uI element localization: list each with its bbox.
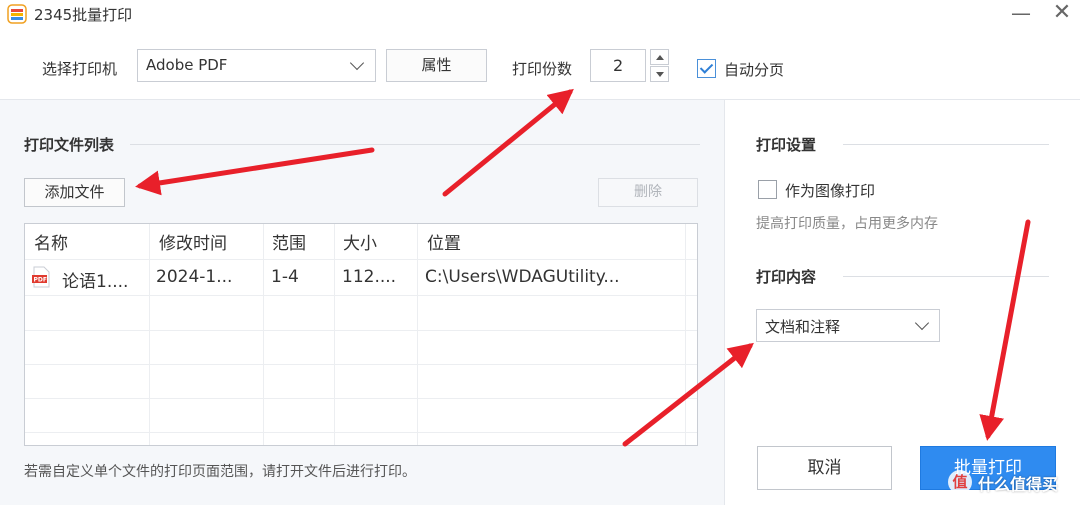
column-header-modified[interactable]: 修改时间 [159,229,227,254]
print-settings-panel: 打印设置 作为图像打印 提高打印质量，占用更多内存 打印内容 文档和注释 取消 … [724,100,1080,505]
cancel-button[interactable]: 取消 [757,446,892,490]
copies-increment-button[interactable] [650,49,669,65]
column-header-name[interactable]: 名称 [34,229,68,254]
image-print-label: 作为图像打印 [785,182,876,200]
copies-decrement-button[interactable] [650,66,669,82]
image-print-checkbox[interactable] [758,180,777,199]
print-content-title: 打印内容 [756,268,817,286]
column-divider [334,224,335,445]
file-list-title: 打印文件列表 [24,136,115,154]
add-file-button[interactable]: 添加文件 [24,178,125,207]
copies-input[interactable]: 2 [590,49,646,82]
chevron-down-icon [914,315,930,331]
column-divider [149,224,150,445]
column-header-range[interactable]: 范围 [272,229,306,254]
auto-paging-label: 自动分页 [724,61,785,79]
printer-label: 选择打印机 [42,60,118,78]
minimize-button[interactable]: — [1003,0,1039,28]
printer-toolbar: 选择打印机 Adobe PDF 属性 打印份数 2 自动分页 [0,28,1080,100]
caret-up-icon [656,55,664,60]
page-range-hint: 若需自定义单个文件的打印页面范围，请打开文件后进行打印。 [24,464,416,480]
column-header-size[interactable]: 大小 [343,229,377,254]
copies-label: 打印份数 [512,60,573,78]
column-divider [417,224,418,445]
file-size-cell[interactable]: 112.... [342,267,396,287]
window-title: 2345批量打印 [34,6,133,24]
pdf-file-icon: PDF [32,266,50,288]
column-header-location[interactable]: 位置 [427,229,461,254]
row-divider [25,295,697,296]
watermark: 值 什么值得买 [948,467,1076,497]
file-name-cell[interactable]: 论语1.... [62,267,128,292]
section-divider [130,144,700,145]
print-content-value: 文档和注释 [765,318,841,336]
row-divider [25,330,697,331]
delete-button[interactable]: 删除 [598,178,698,207]
print-content-select[interactable]: 文档和注释 [756,309,940,342]
section-divider [843,144,1049,145]
close-button[interactable]: ✕ [1044,0,1080,28]
row-divider [25,398,697,399]
row-divider [25,364,697,365]
print-settings-title: 打印设置 [756,136,817,154]
watermark-text: 什么值得买 [978,475,1059,494]
file-modified-cell[interactable]: 2024-1... [156,267,232,287]
title-bar: 2345批量打印 — ✕ [0,0,1080,28]
svg-text:PDF: PDF [34,277,47,284]
chevron-down-icon [349,55,365,71]
printer-select[interactable]: Adobe PDF [137,49,376,82]
image-print-description: 提高打印质量，占用更多内存 [756,216,938,232]
file-table[interactable]: 名称 修改时间 范围 大小 位置 PDF 论语1.... 2024-1... 1… [24,223,698,446]
file-range-cell[interactable]: 1-4 [271,267,299,287]
caret-down-icon [656,72,664,77]
auto-paging-checkbox[interactable] [697,59,716,78]
file-list-panel: 打印文件列表 添加文件 删除 名称 修改时间 范围 大小 位置 PDF 论语1.… [0,100,724,505]
row-divider [25,432,697,433]
column-divider [263,224,264,445]
properties-button[interactable]: 属性 [386,49,487,82]
column-divider [685,224,686,445]
watermark-badge: 值 [948,470,972,494]
app-logo-icon [7,4,27,24]
file-location-cell[interactable]: C:\Users\WDAGUtility... [425,267,620,287]
row-divider [25,259,697,260]
printer-select-value: Adobe PDF [146,56,228,74]
section-divider [843,276,1049,277]
